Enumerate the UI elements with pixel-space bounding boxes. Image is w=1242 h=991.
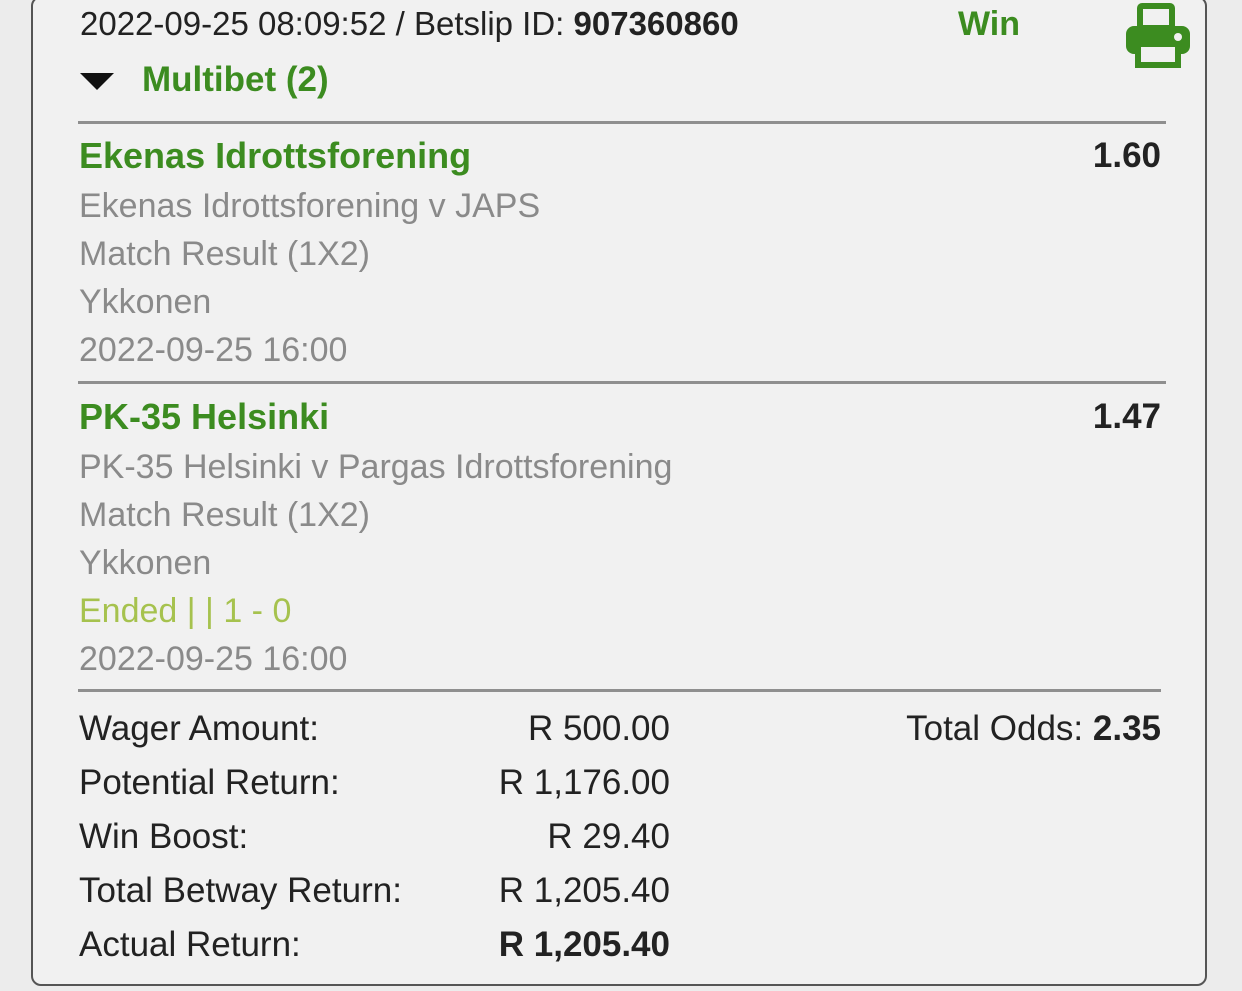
total-betway-return-label: Total Betway Return:: [79, 871, 402, 910]
selection-odds: 1.60: [1092, 136, 1161, 175]
wager-amount-label: Wager Amount:: [79, 709, 319, 748]
selection-league: Ykkonen: [79, 544, 212, 582]
selection-result-status: Ended | | 1 - 0: [79, 592, 292, 630]
multibet-label: Multibet (2): [142, 60, 329, 99]
selection-market: Match Result (1X2): [79, 235, 370, 273]
actual-return-label: Actual Return:: [79, 925, 301, 964]
selection-name: Ekenas Idrottsforening: [79, 135, 472, 176]
divider: [78, 689, 1161, 692]
printer-icon[interactable]: [1123, 0, 1193, 68]
betslip-header: 2022-09-25 08:09:52 / Betslip ID: 907360…: [80, 4, 739, 44]
wager-amount-value: R 500.00: [527, 709, 670, 748]
total-odds-value: 2.35: [1092, 709, 1161, 748]
total-betway-return-value: R 1,205.40: [498, 871, 670, 910]
total-odds: Total Odds: 2.35: [906, 709, 1161, 749]
win-boost-value: R 29.40: [547, 817, 670, 856]
selection-league: Ykkonen: [79, 283, 212, 321]
bet-status: Win: [958, 5, 1021, 43]
divider: [78, 381, 1166, 384]
betslip-card: 2022-09-25 08:09:52 / Betslip ID: 907360…: [31, 0, 1207, 986]
potential-return-label: Potential Return:: [79, 763, 340, 802]
caret-down-icon: [80, 72, 114, 90]
betslip-id-label: Betslip ID:: [413, 5, 574, 42]
win-boost-label: Win Boost:: [79, 817, 249, 856]
selection-start-time: 2022-09-25 16:00: [79, 331, 348, 369]
divider: [78, 121, 1166, 124]
betslip-id: 907360860: [573, 5, 739, 42]
selection-market: Match Result (1X2): [79, 496, 370, 534]
selection-event: PK-35 Helsinki v Pargas Idrottsforening: [79, 448, 673, 486]
potential-return-value: R 1,176.00: [498, 763, 670, 802]
selection-event: Ekenas Idrottsforening v JAPS: [79, 187, 541, 225]
selection-name: PK-35 Helsinki: [79, 396, 330, 437]
bet-datetime: 2022-09-25 08:09:52: [80, 5, 387, 42]
actual-return-value: R 1,205.40: [498, 925, 670, 964]
header-separator: /: [386, 5, 414, 42]
selection-odds: 1.47: [1092, 397, 1161, 436]
total-odds-label: Total Odds:: [906, 709, 1093, 748]
multibet-toggle[interactable]: Multibet (2): [80, 58, 329, 102]
selection-start-time: 2022-09-25 16:00: [79, 640, 348, 678]
